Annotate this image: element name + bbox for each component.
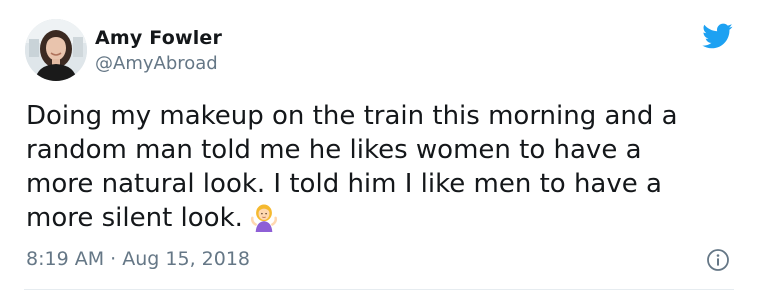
divider: [24, 289, 734, 290]
tweet-text-line: more silent look.: [26, 203, 243, 233]
tweet-text-line: random man told me he likes women to hav…: [26, 135, 642, 165]
author-handle[interactable]: @AmyAbroad: [95, 53, 218, 74]
meta-separator: ·: [110, 248, 117, 270]
tweet-timestamp[interactable]: 8:19 AM · Aug 15, 2018: [26, 248, 250, 270]
twitter-bird-icon[interactable]: [699, 20, 735, 52]
info-icon[interactable]: [706, 248, 730, 272]
tweet-card: Amy Fowler @AmyAbroad Doing my makeup on…: [0, 0, 758, 293]
tweet-date: Aug 15, 2018: [122, 248, 250, 270]
tweet-text-line-last: more silent look.: [26, 201, 746, 235]
avatar[interactable]: [25, 19, 87, 81]
tweet-text-line: more natural look. I told him I like men…: [26, 169, 662, 199]
avatar-photo: [25, 19, 87, 81]
person-shrugging-emoji: [250, 204, 277, 232]
tweet-time: 8:19 AM: [26, 248, 105, 270]
tweet-text: Doing my makeup on the train this mornin…: [26, 99, 746, 235]
author-name[interactable]: Amy Fowler: [95, 27, 222, 49]
tweet-text-line: Doing my makeup on the train this mornin…: [26, 101, 678, 131]
